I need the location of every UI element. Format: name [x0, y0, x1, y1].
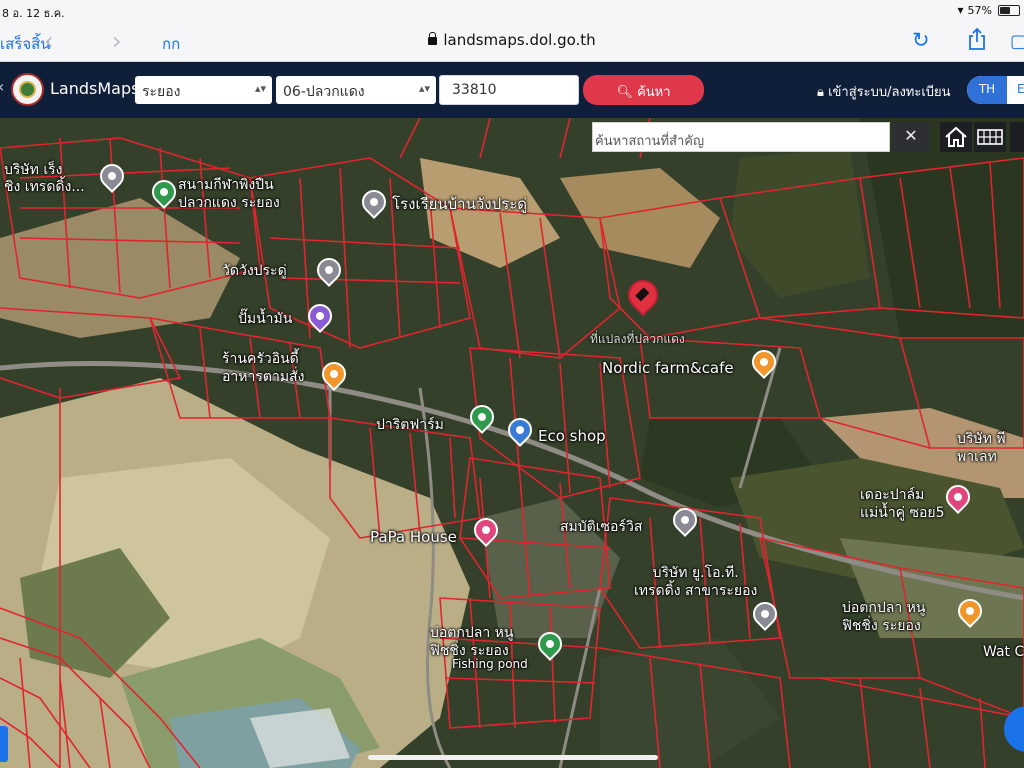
map-label: บริษัท เร็ง ชิง เทรดดิ้ง...	[4, 162, 85, 195]
reload-icon[interactable]: ↻	[912, 28, 930, 52]
satellite-map[interactable]: ค้นหาสถานที่สำคัญ ✕ บริษัท เร็ง ชิง เทรด…	[0, 118, 1024, 768]
map-label: Nordic farm&cafe	[602, 359, 734, 377]
login-link[interactable]: 🔒︎ เข้าสู่ระบบ/ลงทะเบียน	[817, 81, 951, 102]
home-icon[interactable]	[940, 122, 972, 152]
map-label: บริษัท ยู.โอ.ที. เทรดดิ้ง สาขาระยอง	[634, 565, 758, 599]
grid-icon[interactable]	[974, 122, 1006, 152]
address-bar[interactable]: landsmaps.dol.go.th	[0, 31, 1024, 49]
battery-icon	[998, 4, 1020, 16]
app-header: ‹ LandsMaps ระยอง ▴▾ 06-ปลวกแดง ▴▾ 33810…	[0, 62, 1024, 118]
map-label: Eco shop	[538, 427, 606, 445]
place-search-input[interactable]: ค้นหาสถานที่สำคัญ	[592, 122, 890, 152]
map-label: ร้านครัวอินดี้ อาหารตามสั่ง	[222, 351, 305, 385]
map-label: ที่แปลงที่ปลวกแดง	[590, 332, 685, 346]
map-label: วัดวังประดู่	[222, 263, 287, 279]
map-label: Wat C	[983, 644, 1024, 660]
map-label: บ่อตกปลา หนู ฟิชชิ่ง ระยอง	[842, 600, 926, 634]
map-label: Fishing pond	[452, 657, 528, 671]
brand-name: LandsMaps	[50, 79, 140, 98]
lock-icon	[428, 32, 438, 45]
chevron-updown-icon: ▴▾	[418, 82, 430, 95]
layers-icon[interactable]	[1010, 122, 1024, 152]
status-indicators: ▾ 57%	[958, 3, 1020, 17]
dol-logo	[11, 73, 44, 106]
lock-outline-icon: 🔒︎	[817, 85, 824, 100]
url-text: landsmaps.dol.go.th	[443, 31, 596, 49]
map-label: PaPa House	[370, 528, 457, 546]
province-select-value: ระยอง	[142, 84, 181, 100]
search-icon: 🔍︎	[616, 85, 633, 100]
language-toggle: TH EN	[967, 76, 1024, 104]
tabs-icon[interactable]: ▢	[1010, 31, 1024, 52]
map-label: ปั๊มน้ำมัน	[238, 311, 293, 327]
status-datetime: 8 อ. 12 ธ.ค.	[2, 7, 65, 20]
map-label: สนามกีฬาพิงปืน ปลวกแดง ระยอง	[178, 177, 280, 211]
search-button[interactable]: 🔍︎ ค้นหา	[583, 75, 704, 105]
share-icon[interactable]	[966, 27, 988, 51]
chevron-updown-icon: ▴▾	[254, 82, 266, 95]
map-label: บ่อตกปลา หนู ฟิชชิ่ง ระยอง	[430, 625, 514, 659]
collapse-menu-icon[interactable]: ‹	[0, 77, 4, 96]
parcel-number-input[interactable]: 33810	[439, 75, 579, 105]
map-label: ปาริตฟาร์ม	[376, 417, 444, 433]
map-label: สมบัติเซอร์วิส	[560, 519, 643, 535]
search-button-label: ค้นหา	[637, 85, 671, 100]
home-indicator	[368, 755, 658, 760]
map-label: เดอะปาล์ม แม่น้ำคู่ ซอย5	[860, 487, 945, 521]
province-select[interactable]: ระยอง ▴▾	[135, 76, 272, 104]
district-select[interactable]: 06-ปลวกแดง ▴▾	[276, 76, 436, 104]
map-label: บริษัท พี พาเลท	[957, 431, 1006, 465]
status-bar: 8 อ. 12 ธ.ค. ▾ 57%	[0, 0, 1024, 22]
wifi-icon: ▾	[957, 3, 964, 17]
close-icon[interactable]: ✕	[892, 122, 930, 152]
lang-th-button[interactable]: TH	[967, 76, 1007, 104]
browser-toolbar: เสร็จสิ้น ‹ › กก landsmaps.dol.go.th ↻ ▢	[0, 22, 1024, 62]
battery-percent: 57%	[967, 3, 992, 17]
login-label: เข้าสู่ระบบ/ลงทะเบียน	[828, 85, 951, 100]
battery-level-fill	[1000, 6, 1010, 14]
map-label: โรงเรียนบ้านวังประดู่	[392, 195, 527, 213]
lang-en-button[interactable]: EN	[1007, 76, 1024, 104]
side-panel-handle[interactable]	[0, 726, 8, 762]
district-select-value: 06-ปลวกแดง	[283, 84, 365, 100]
